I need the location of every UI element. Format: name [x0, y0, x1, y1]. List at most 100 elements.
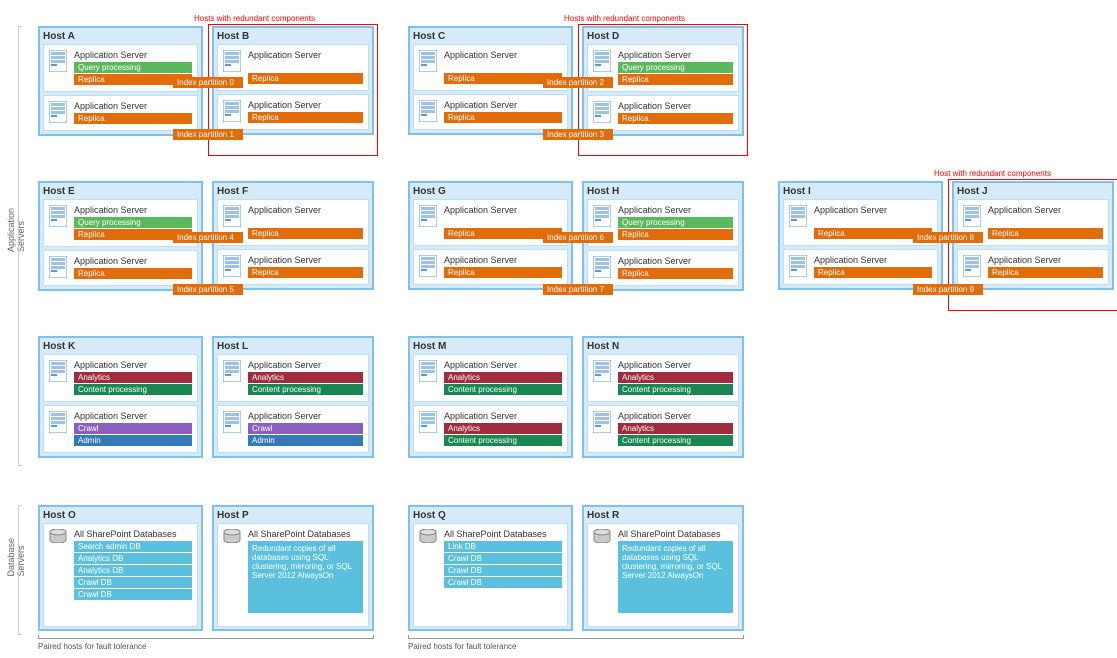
app-server: Application Server Replica	[217, 94, 369, 130]
app-server: Application Server Analytics Content pro…	[217, 354, 369, 402]
server-icon	[49, 50, 67, 72]
server-title: Application Server	[444, 411, 562, 421]
app-server: Application Server Replica	[413, 94, 568, 130]
server-icon	[419, 411, 437, 433]
server-title: All SharePoint Databases	[248, 529, 363, 539]
idx-partition-4: Index partition 4	[173, 232, 243, 243]
server-title: Application Server	[248, 100, 363, 110]
host-title: Host N	[587, 341, 739, 354]
server-title: Application Server	[74, 411, 192, 421]
tag-replica: Replica	[988, 267, 1103, 278]
db-icon	[223, 529, 241, 543]
server-icon	[419, 205, 437, 227]
tag-replica: Replica	[444, 267, 562, 278]
server-icon	[593, 360, 611, 382]
db-icon	[49, 529, 67, 543]
server-icon	[593, 411, 611, 433]
tag-replica: Replica	[618, 229, 733, 240]
idx-partition-6: Index partition 6	[543, 232, 613, 243]
host-title: Host D	[587, 31, 739, 44]
server-icon	[593, 205, 611, 227]
db-icon	[419, 529, 437, 543]
host-N: Host N Application Server Analytics Cont…	[582, 336, 744, 458]
tag-replica: Replica	[618, 268, 733, 279]
tag-content: Content processing	[444, 435, 562, 446]
pair-label-1: Paired hosts for fault tolerance	[38, 642, 147, 651]
server-icon	[419, 360, 437, 382]
server-icon	[223, 411, 241, 433]
tag-analytics: Analytics	[618, 372, 733, 383]
app-server: Application Server Crawl Admin	[43, 405, 198, 453]
db-crawl: Crawl DB	[444, 565, 562, 576]
host-O: Host O All SharePoint Databases Search a…	[38, 505, 203, 631]
server-title: All SharePoint Databases	[74, 529, 192, 539]
server-title: Application Server	[814, 205, 932, 215]
redundant-label-3: Host with redundant components	[934, 169, 1051, 178]
host-title: Host J	[957, 186, 1109, 199]
server-title: Application Server	[74, 256, 192, 266]
server-title: Application Server	[248, 360, 363, 370]
db-crawl: Crawl DB	[74, 589, 192, 600]
host-title: Host M	[413, 341, 568, 354]
server-icon	[593, 256, 611, 278]
idx-partition-3: Index partition 3	[543, 129, 613, 140]
server-title: Application Server	[74, 360, 192, 370]
server-title: All SharePoint Databases	[444, 529, 562, 539]
server-icon	[49, 256, 67, 278]
server-title: Application Server	[444, 50, 562, 60]
server-title: Application Server	[618, 50, 733, 60]
app-server: Application Server Analytics Content pro…	[413, 405, 568, 453]
tag-content: Content processing	[248, 384, 363, 395]
server-title: Application Server	[248, 255, 363, 265]
tag-replica: Replica	[618, 74, 733, 85]
host-L: Host L Application Server Analytics Cont…	[212, 336, 374, 458]
tag-analytics: Analytics	[444, 372, 562, 383]
host-title: Host F	[217, 186, 369, 199]
db-crawl: Crawl DB	[444, 577, 562, 588]
server-icon	[963, 255, 981, 277]
server-title: Application Server	[444, 360, 562, 370]
idx-partition-7: Index partition 7	[543, 284, 613, 295]
idx-partition-9: Index partition 9	[913, 284, 983, 295]
tag-admin: Admin	[248, 435, 363, 446]
server-title: Application Server	[618, 256, 733, 266]
idx-partition-8: Index partition 8	[913, 232, 983, 243]
tag-content: Content processing	[618, 435, 733, 446]
db-redundant-copy: Redundant copies of all databases using …	[618, 541, 733, 613]
server-title: Application Server	[618, 101, 733, 111]
host-title: Host O	[43, 510, 198, 523]
bracket-app	[18, 26, 22, 466]
tag-content: Content processing	[618, 384, 733, 395]
server-title: Application Server	[988, 255, 1103, 265]
app-server: Application Server Analytics Content pro…	[587, 405, 739, 453]
server-icon	[49, 360, 67, 382]
idx-partition-1: Index partition 1	[173, 129, 243, 140]
idx-partition-5: Index partition 5	[173, 284, 243, 295]
app-server: Application Server Replica	[957, 249, 1109, 285]
host-Q: Host Q All SharePoint Databases Link DB …	[408, 505, 573, 631]
server-title: Application Server	[444, 205, 562, 215]
host-title: Host K	[43, 341, 198, 354]
app-server: Application Server Crawl Admin	[217, 405, 369, 453]
db-crawl: Crawl DB	[444, 553, 562, 564]
tag-replica: Replica	[618, 113, 733, 124]
server-title: Application Server	[618, 411, 733, 421]
bracket-db	[18, 505, 22, 635]
host-title: Host R	[587, 510, 739, 523]
tag-replica: Replica	[248, 112, 363, 123]
pair-label-2: Paired hosts for fault tolerance	[408, 642, 517, 651]
tag-content: Content processing	[74, 384, 192, 395]
server-icon	[419, 100, 437, 122]
server-icon	[419, 50, 437, 72]
tag-query: Query processing	[74, 217, 192, 228]
db-link: Link DB	[444, 541, 562, 552]
tag-replica: Replica	[74, 268, 192, 279]
server-title: Application Server	[618, 205, 733, 215]
tag-replica: Replica	[444, 112, 562, 123]
pair-bracket-2	[408, 635, 744, 639]
tag-content: Content processing	[444, 384, 562, 395]
server-icon	[223, 205, 241, 227]
server-title: Application Server	[988, 205, 1103, 215]
server-icon	[49, 411, 67, 433]
db-search-admin: Search admin DB	[74, 541, 192, 552]
